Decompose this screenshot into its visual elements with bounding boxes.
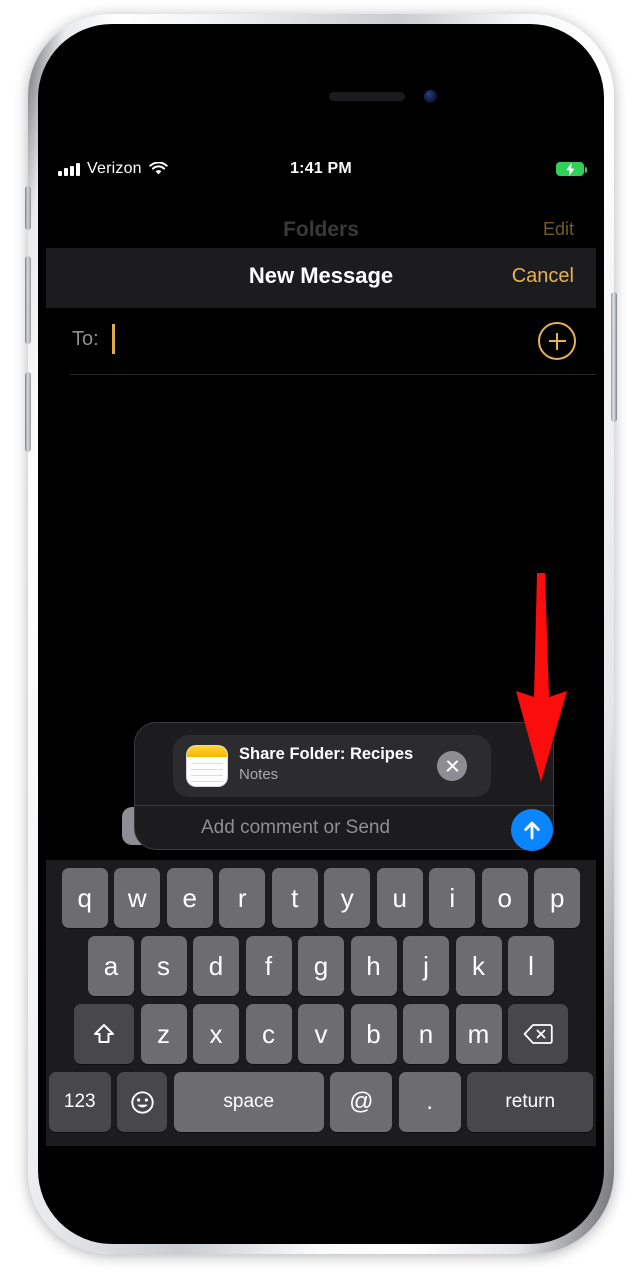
to-label: To:: [72, 328, 99, 350]
space-key[interactable]: space: [173, 1072, 324, 1132]
key-h[interactable]: h: [350, 936, 397, 996]
key-g[interactable]: g: [298, 936, 344, 996]
key-u[interactable]: u: [376, 868, 423, 928]
return-key[interactable]: return: [467, 1072, 594, 1132]
status-bar-right: [556, 162, 587, 176]
key-l[interactable]: l: [508, 936, 554, 996]
key-w[interactable]: w: [114, 868, 161, 928]
comment-input[interactable]: Add comment or Send: [201, 817, 390, 839]
key-d[interactable]: d: [193, 936, 239, 996]
speaker-grille-icon: [329, 92, 405, 101]
new-message-header: New Message Cancel: [46, 248, 596, 308]
notes-app-icon: [187, 746, 227, 786]
background-edit-button[interactable]: Edit: [543, 219, 574, 240]
at-key[interactable]: @: [330, 1072, 393, 1132]
backspace-icon[interactable]: [508, 1004, 568, 1064]
keyboard-row-1: q w e r t y u i o p: [46, 868, 596, 928]
keyboard-row-3: z x c v b n m: [46, 1004, 596, 1064]
background-page-title: Folders: [283, 218, 359, 241]
attachment-subtitle: Notes: [239, 766, 279, 783]
power-button[interactable]: [611, 292, 617, 422]
arrow-up-circle-icon: [524, 821, 540, 840]
key-e[interactable]: e: [166, 868, 213, 928]
mute-switch[interactable]: [25, 186, 31, 230]
screenshot-stage: Verizon 1:41 PM Folders Edit New Message…: [0, 0, 642, 1274]
key-x[interactable]: x: [193, 1004, 239, 1064]
front-camera-icon: [424, 90, 437, 103]
share-attachment-panel: Share Folder: Recipes Notes Add comment …: [134, 722, 555, 851]
key-p[interactable]: p: [534, 868, 581, 928]
numbers-key[interactable]: 123: [48, 1072, 111, 1132]
key-n[interactable]: n: [403, 1004, 449, 1064]
send-button[interactable]: [511, 809, 553, 851]
battery-charging-icon: [556, 162, 587, 176]
period-key[interactable]: .: [398, 1072, 461, 1132]
cancel-button[interactable]: Cancel: [512, 265, 574, 288]
key-i[interactable]: i: [429, 868, 476, 928]
ios-screen: Verizon 1:41 PM Folders Edit New Message…: [46, 32, 596, 1236]
key-s[interactable]: s: [140, 936, 187, 996]
key-c[interactable]: c: [245, 1004, 292, 1064]
recipient-row[interactable]: To:: [46, 308, 596, 374]
key-t[interactable]: t: [271, 868, 318, 928]
plus-circle-icon[interactable]: [538, 322, 576, 360]
key-m[interactable]: m: [455, 1004, 502, 1064]
keyboard-row-4: 123 space @ . return: [46, 1072, 596, 1132]
status-bar: Verizon 1:41 PM: [46, 152, 596, 186]
volume-up-button[interactable]: [25, 256, 31, 344]
attachment-text: Share Folder: Recipes Notes: [239, 745, 439, 783]
message-body-area[interactable]: [46, 375, 596, 715]
volume-down-button[interactable]: [25, 372, 31, 452]
key-q[interactable]: q: [61, 868, 108, 928]
key-j[interactable]: j: [403, 936, 449, 996]
key-z[interactable]: z: [140, 1004, 187, 1064]
on-screen-keyboard[interactable]: q w e r t y u i o p a s d f g h j k l z …: [46, 860, 596, 1146]
divider: [135, 805, 555, 806]
key-f[interactable]: f: [245, 936, 292, 996]
attachment-title: Share Folder: Recipes: [239, 745, 414, 763]
key-a[interactable]: a: [88, 936, 134, 996]
text-cursor: [112, 324, 115, 354]
key-o[interactable]: o: [481, 868, 528, 928]
key-r[interactable]: r: [219, 868, 266, 928]
shift-icon[interactable]: [74, 1004, 134, 1064]
key-k[interactable]: k: [455, 936, 502, 996]
keyboard-row-2: a s d f g h j k l: [46, 936, 596, 996]
close-circle-icon[interactable]: [437, 751, 467, 781]
key-y[interactable]: y: [324, 868, 371, 928]
key-v[interactable]: v: [298, 1004, 344, 1064]
emoji-icon[interactable]: [117, 1072, 168, 1132]
phone-screen: Verizon 1:41 PM Folders Edit New Message…: [46, 32, 596, 1236]
clock-label: 1:41 PM: [290, 160, 352, 177]
key-b[interactable]: b: [350, 1004, 397, 1064]
attachment-chip[interactable]: Share Folder: Recipes Notes: [173, 735, 491, 797]
